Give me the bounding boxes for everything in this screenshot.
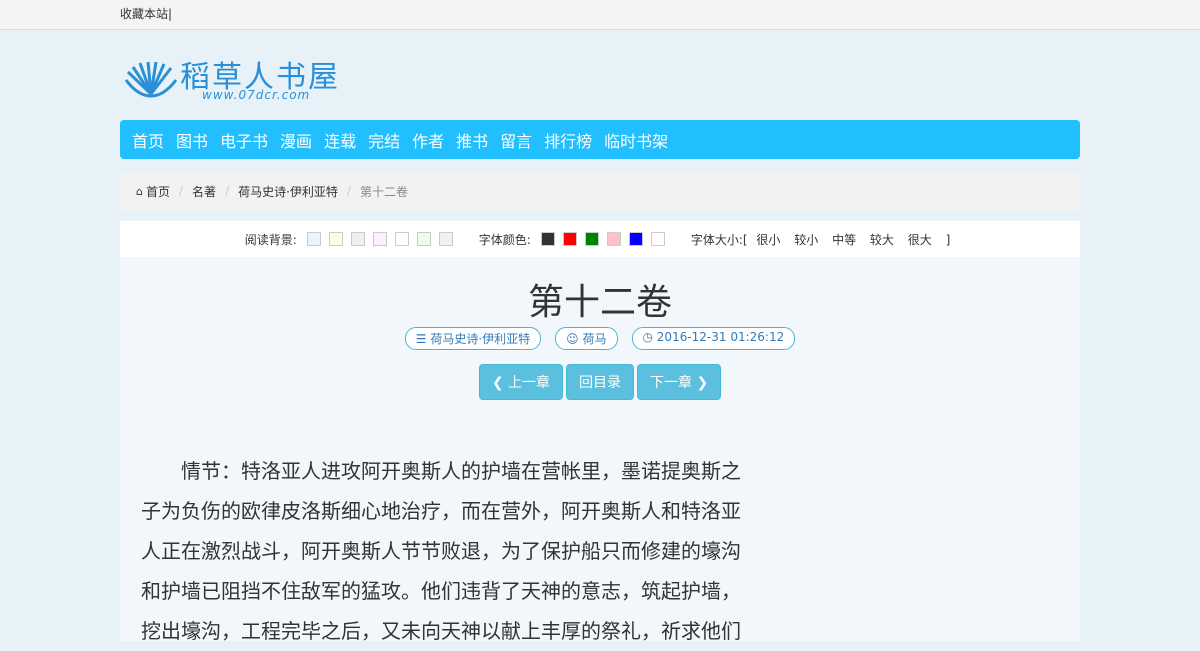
bg-label: 阅读背景: [244,232,297,247]
bg-swatch[interactable] [372,232,387,246]
bg-swatch[interactable] [438,232,453,246]
nav-ebooks[interactable]: 电子书 [214,128,274,152]
bg-swatch[interactable] [306,232,321,246]
user-icon: ☺ [566,332,583,346]
date-tag: ◷ 2016-12-31 01:26:12 [631,327,796,350]
next-chapter-label: 下一章 [650,375,692,391]
bg-swatch[interactable] [416,232,431,246]
font-size-label: 字体大小:[ [690,232,748,247]
bg-swatch[interactable] [350,232,365,246]
chapter-navigation: ❮ 上一章 回目录 下一章 ❯ [120,364,1080,400]
reading-settings: 阅读背景: 字体颜色: 字体大小:[ 很小 较小 中等 较大 很大 ] [120,221,1080,257]
font-color-swatch[interactable] [628,232,643,246]
logo-url: www.07dcr.com [202,88,311,102]
nav-comics[interactable]: 漫画 [274,128,318,152]
font-size-very-small[interactable]: 很小 [756,233,780,247]
next-chapter-button[interactable]: 下一章 ❯ [637,364,722,400]
book-tag-label: 荷马史诗·伊利亚特 [430,332,531,346]
font-color-swatch[interactable] [584,232,599,246]
home-icon: ⌂ [136,184,143,198]
book-tag[interactable]: ☰ 荷马史诗·伊利亚特 [404,327,542,350]
list-icon: ☰ [415,332,431,346]
chapter-content: 情节：特洛亚人进攻阿开奥斯人的护墙在营帐里，墨诺提奥斯之子为负伤的欧律皮洛斯细心… [141,459,741,643]
font-size-small[interactable]: 较小 [794,233,818,247]
toc-button[interactable]: 回目录 [566,364,634,400]
font-size-large[interactable]: 较大 [870,233,894,247]
breadcrumb-current: 第十二卷 [359,184,408,199]
breadcrumb: ⌂ 首页 / 名著 / 荷马史诗·伊利亚特 / 第十二卷 [120,171,1080,211]
nav-recommend[interactable]: 推书 [450,128,494,152]
arrow-left-icon: ❮ [491,375,508,391]
bg-swatch[interactable] [394,232,409,246]
author-tag[interactable]: ☺ 荷马 [555,327,618,350]
reading-panel: 阅读背景: 字体颜色: 字体大小:[ 很小 较小 中等 较大 很大 ] 第十二卷… [120,221,1080,643]
breadcrumb-home[interactable]: 首页 [146,183,170,200]
font-color-label: 字体颜色: [478,232,531,247]
chapter-title: 第十二卷 [527,282,672,323]
nav-authors[interactable]: 作者 [406,128,450,152]
nav-message[interactable]: 留言 [494,128,538,152]
nav-serial[interactable]: 连载 [318,128,362,152]
nav-finished[interactable]: 完结 [362,128,406,152]
nav-ranking[interactable]: 排行榜 [538,128,598,152]
nav-bookshelf[interactable]: 临时书架 [598,128,674,152]
breadcrumb-category[interactable]: 名著 [192,183,216,200]
font-color-swatch[interactable] [650,232,665,246]
book-logo-icon [124,61,178,98]
font-size-medium[interactable]: 中等 [832,233,856,247]
bookmark-link[interactable]: 收藏本站| [120,5,172,22]
author-tag-label: 荷马 [582,332,607,346]
arrow-right-icon: ❯ [692,375,709,391]
site-logo[interactable]: 稻草人书屋 www.07dcr.com [122,50,342,106]
bg-swatch[interactable] [328,232,343,246]
chapter-meta: ☰ 荷马史诗·伊利亚特 ☺ 荷马 ◷ 2016-12-31 01:26:12 [120,327,1080,350]
breadcrumb-book[interactable]: 荷马史诗·伊利亚特 [238,183,338,200]
clock-icon: ◷ [642,330,657,344]
prev-chapter-label: 上一章 [508,375,550,391]
font-color-swatch[interactable] [540,232,555,246]
breadcrumb-separator: / [225,184,230,198]
nav-books[interactable]: 图书 [170,128,214,152]
breadcrumb-separator: / [346,184,351,198]
prev-chapter-button[interactable]: ❮ 上一章 [478,364,563,400]
font-size-options: 字体大小:[ 很小 较小 中等 较大 很大 ] [691,231,955,248]
nav-home[interactable]: 首页 [126,128,170,152]
font-color-swatch[interactable] [562,232,577,246]
font-size-end: ] [945,232,951,247]
breadcrumb-separator: / [179,184,184,198]
font-size-very-large[interactable]: 很大 [908,233,932,247]
date-tag-label: 2016-12-31 01:26:12 [656,330,785,344]
font-color-swatch[interactable] [606,232,621,246]
top-bar: 收藏本站| [0,0,1200,30]
main-nav: 首页 图书 电子书 漫画 连载 完结 作者 推书 留言 排行榜 临时书架 [120,120,1080,159]
